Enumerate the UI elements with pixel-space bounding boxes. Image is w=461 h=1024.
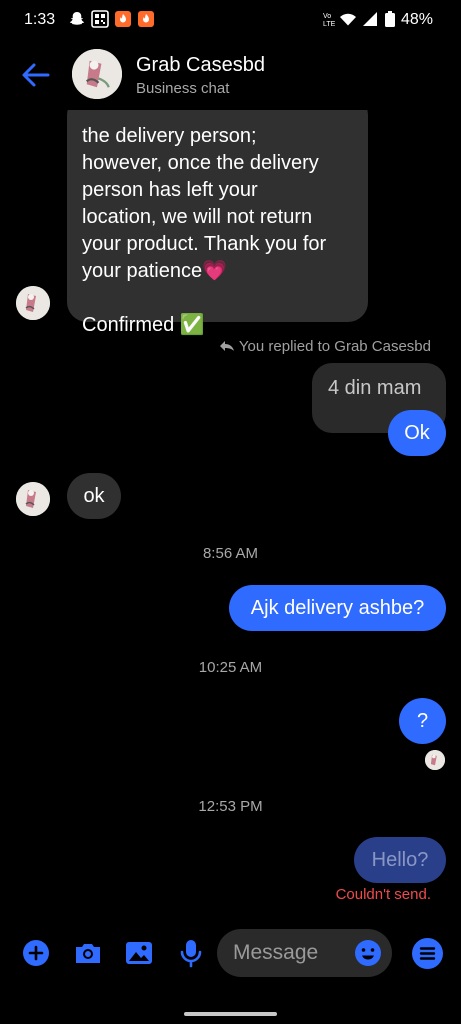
signal-icon [363,12,377,26]
avatar[interactable] [72,49,122,99]
status-bar: 1:33 Vo LTE 48% [0,0,461,40]
snapchat-icon [69,12,85,25]
app-notification-icon [138,11,154,27]
svg-text:Vo: Vo [323,13,331,20]
app-notification-icon [115,11,131,27]
reply-icon [219,341,234,351]
svg-text:LTE: LTE [323,21,336,28]
message-text: Hello? [371,849,429,871]
contact-avatar-icon [16,482,50,516]
message-text: Ajk delivery ashbe? [250,597,425,619]
emoji-icon[interactable] [354,939,382,967]
reply-indicator: You replied to Grab Casesbd [219,338,431,355]
message-text: the delivery person; however, once the d… [82,125,327,336]
contact-avatar-icon [16,286,50,320]
contact-avatar-icon [425,750,445,770]
message-text: ? [416,710,429,732]
battery-icon [385,11,395,27]
avatar[interactable] [16,286,50,320]
plus-icon[interactable] [20,937,52,969]
camera-icon[interactable] [72,937,104,969]
timestamp: 8:56 AM [202,545,259,562]
qr-code-icon [91,10,109,28]
home-indicator[interactable] [184,1012,277,1016]
timestamp: 12:53 PM [198,798,263,815]
quoted-text: 4 din mam [328,377,422,399]
failed-message[interactable]: Hello? [354,837,446,883]
incoming-message[interactable]: ok [67,473,121,519]
gallery-icon[interactable] [123,937,155,969]
microphone-icon[interactable] [175,937,207,969]
status-time: 1:33 [24,11,56,28]
message-text: Ok [404,422,430,444]
chat-header: Grab Casesbd Business chat [0,40,461,110]
outgoing-message[interactable]: ? [399,698,446,744]
battery-percentage: 48% [401,11,434,28]
menu-icon[interactable] [411,937,444,970]
send-error-label[interactable]: Couldn't send. [336,886,431,903]
reply-label-text: You replied to Grab Casesbd [238,338,431,355]
wifi-icon [340,13,356,26]
contact-subtitle: Business chat [136,80,230,97]
contact-name[interactable]: Grab Casesbd [136,54,265,77]
avatar[interactable] [16,482,50,516]
outgoing-message[interactable]: Ok [388,410,446,456]
message-text: ok [83,485,105,507]
volte-icon: Vo LTE [323,13,336,28]
incoming-message[interactable]: the delivery person; however, once the d… [67,95,368,336]
contact-avatar-icon [72,49,122,99]
outgoing-message[interactable]: Ajk delivery ashbe? [229,585,446,631]
timestamp: 10:25 AM [198,659,263,676]
composer-bar [0,925,461,985]
seen-avatar [425,750,445,770]
back-arrow-icon[interactable] [18,60,52,90]
